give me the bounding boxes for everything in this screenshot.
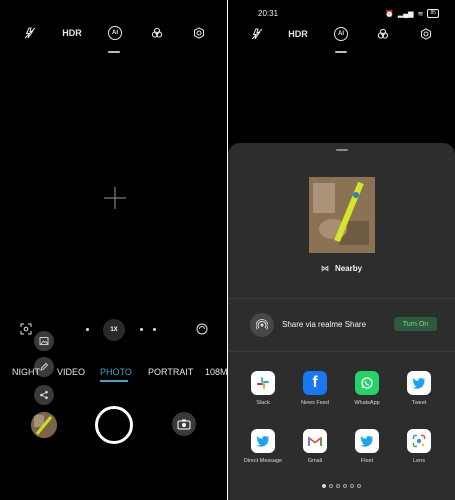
hdr-toggle[interactable]: HDR <box>286 25 310 43</box>
camera-toolbar: HDR AI <box>228 25 455 45</box>
nearby-label: Nearby <box>334 264 363 273</box>
nearby-row[interactable]: ⋈ Nearby <box>228 264 455 273</box>
wifi-icon: ≋ <box>417 10 424 18</box>
app-label: Fleet <box>360 458 374 464</box>
app-label: WhatsApp <box>354 400 380 406</box>
filter-circles-icon[interactable] <box>374 25 392 43</box>
share-sheet: ⋈ Nearby Share via realme Share Turn On S… <box>228 143 455 500</box>
ai-icon: AI <box>108 26 122 40</box>
facebook-icon: f <box>303 371 327 395</box>
flash-off-icon[interactable] <box>248 25 266 43</box>
camera-toolbar: HDR AI <box>0 24 227 44</box>
twitter-icon <box>251 429 275 453</box>
battery-indicator: 85 <box>427 9 439 18</box>
flash-off-icon[interactable] <box>21 24 39 42</box>
app-label: Lens <box>413 458 425 464</box>
page-dot[interactable] <box>343 484 347 488</box>
twitter-icon <box>355 429 379 453</box>
realme-share-icon <box>250 313 274 337</box>
gear-icon[interactable] <box>417 25 435 43</box>
lens-switch-icon[interactable] <box>196 322 208 340</box>
zoom-dot[interactable] <box>86 328 89 331</box>
share-app-gmail[interactable]: Gmail <box>290 429 340 464</box>
app-label: News Feed <box>301 400 329 406</box>
status-time: 20:31 <box>258 9 279 18</box>
realme-share-row[interactable]: Share via realme Share Turn On <box>228 313 455 337</box>
drawer-handle[interactable] <box>335 51 347 53</box>
app-label: Slack <box>256 400 270 406</box>
app-label: Tweet <box>411 400 427 406</box>
app-label: Direct Message <box>243 458 283 464</box>
divider <box>228 351 455 352</box>
slack-icon <box>251 371 275 395</box>
page-dot[interactable] <box>329 484 333 488</box>
gear-icon[interactable] <box>190 24 208 42</box>
nearby-icon: ⋈ <box>320 264 329 273</box>
zoom-1x-button[interactable]: 1X <box>103 319 125 341</box>
drawer-handle[interactable] <box>108 51 120 53</box>
camera-screen-left: HDR AI 1X NIGHT VIDEO PHOTO PORTRAIT 108… <box>0 0 227 500</box>
google-lens-icon <box>407 429 431 453</box>
page-dot[interactable] <box>336 484 340 488</box>
mode-video[interactable]: VIDEO <box>57 367 85 377</box>
turn-on-button[interactable]: Turn On <box>394 317 437 331</box>
page-indicator <box>228 484 455 488</box>
active-mode-indicator <box>100 380 128 382</box>
share-app-whatsapp[interactable]: WhatsApp <box>342 371 392 406</box>
zoom-dot[interactable] <box>140 328 143 331</box>
signal-icon: ▂▄▆ <box>397 10 414 18</box>
page-dot[interactable] <box>322 484 326 488</box>
filter-circles-icon[interactable] <box>148 24 166 42</box>
share-app-direct-message[interactable]: Direct Message <box>238 429 288 464</box>
share-app-slack[interactable]: Slack <box>238 371 288 406</box>
share-app-lens[interactable]: Lens <box>394 429 444 464</box>
ai-toggle[interactable]: AI <box>332 25 350 43</box>
zoom-dot[interactable] <box>153 328 156 331</box>
page-dot[interactable] <box>350 484 354 488</box>
share-icon[interactable] <box>34 385 54 405</box>
share-app-news-feed[interactable]: f News Feed <box>290 371 340 406</box>
alarm-icon: ⏰ <box>385 10 394 18</box>
share-app-tweet[interactable]: Tweet <box>394 371 444 406</box>
focus-crosshair <box>104 187 126 209</box>
sheet-handle[interactable] <box>336 149 348 151</box>
mode-108m[interactable]: 108M <box>205 367 227 377</box>
shutter-button[interactable] <box>95 406 133 444</box>
realme-share-label: Share via realme Share <box>282 320 367 329</box>
hdr-toggle[interactable]: HDR <box>60 24 84 42</box>
ai-toggle[interactable]: AI <box>106 24 124 42</box>
image-frame-icon[interactable] <box>34 331 54 351</box>
camera-switch-icon[interactable] <box>172 412 196 436</box>
twitter-icon <box>407 371 431 395</box>
share-app-fleet[interactable]: Fleet <box>342 429 392 464</box>
mode-portrait[interactable]: PORTRAIT <box>148 367 193 377</box>
scan-icon[interactable] <box>20 322 32 340</box>
status-icons: ⏰ ▂▄▆ ≋ 85 <box>385 9 439 18</box>
whatsapp-icon <box>355 371 379 395</box>
mode-night[interactable]: NIGHT <box>12 367 40 377</box>
camera-screen-right: 20:31 ⏰ ▂▄▆ ≋ 85 HDR AI ⋈ Nearby Share v… <box>228 0 455 500</box>
photo-preview <box>309 177 375 253</box>
page-dot[interactable] <box>357 484 361 488</box>
gallery-thumbnail[interactable] <box>31 412 57 438</box>
app-label: Gmail <box>307 458 323 464</box>
mode-photo[interactable]: PHOTO <box>100 367 132 377</box>
ai-icon: AI <box>334 27 348 41</box>
divider <box>228 298 455 299</box>
gmail-icon <box>303 429 327 453</box>
